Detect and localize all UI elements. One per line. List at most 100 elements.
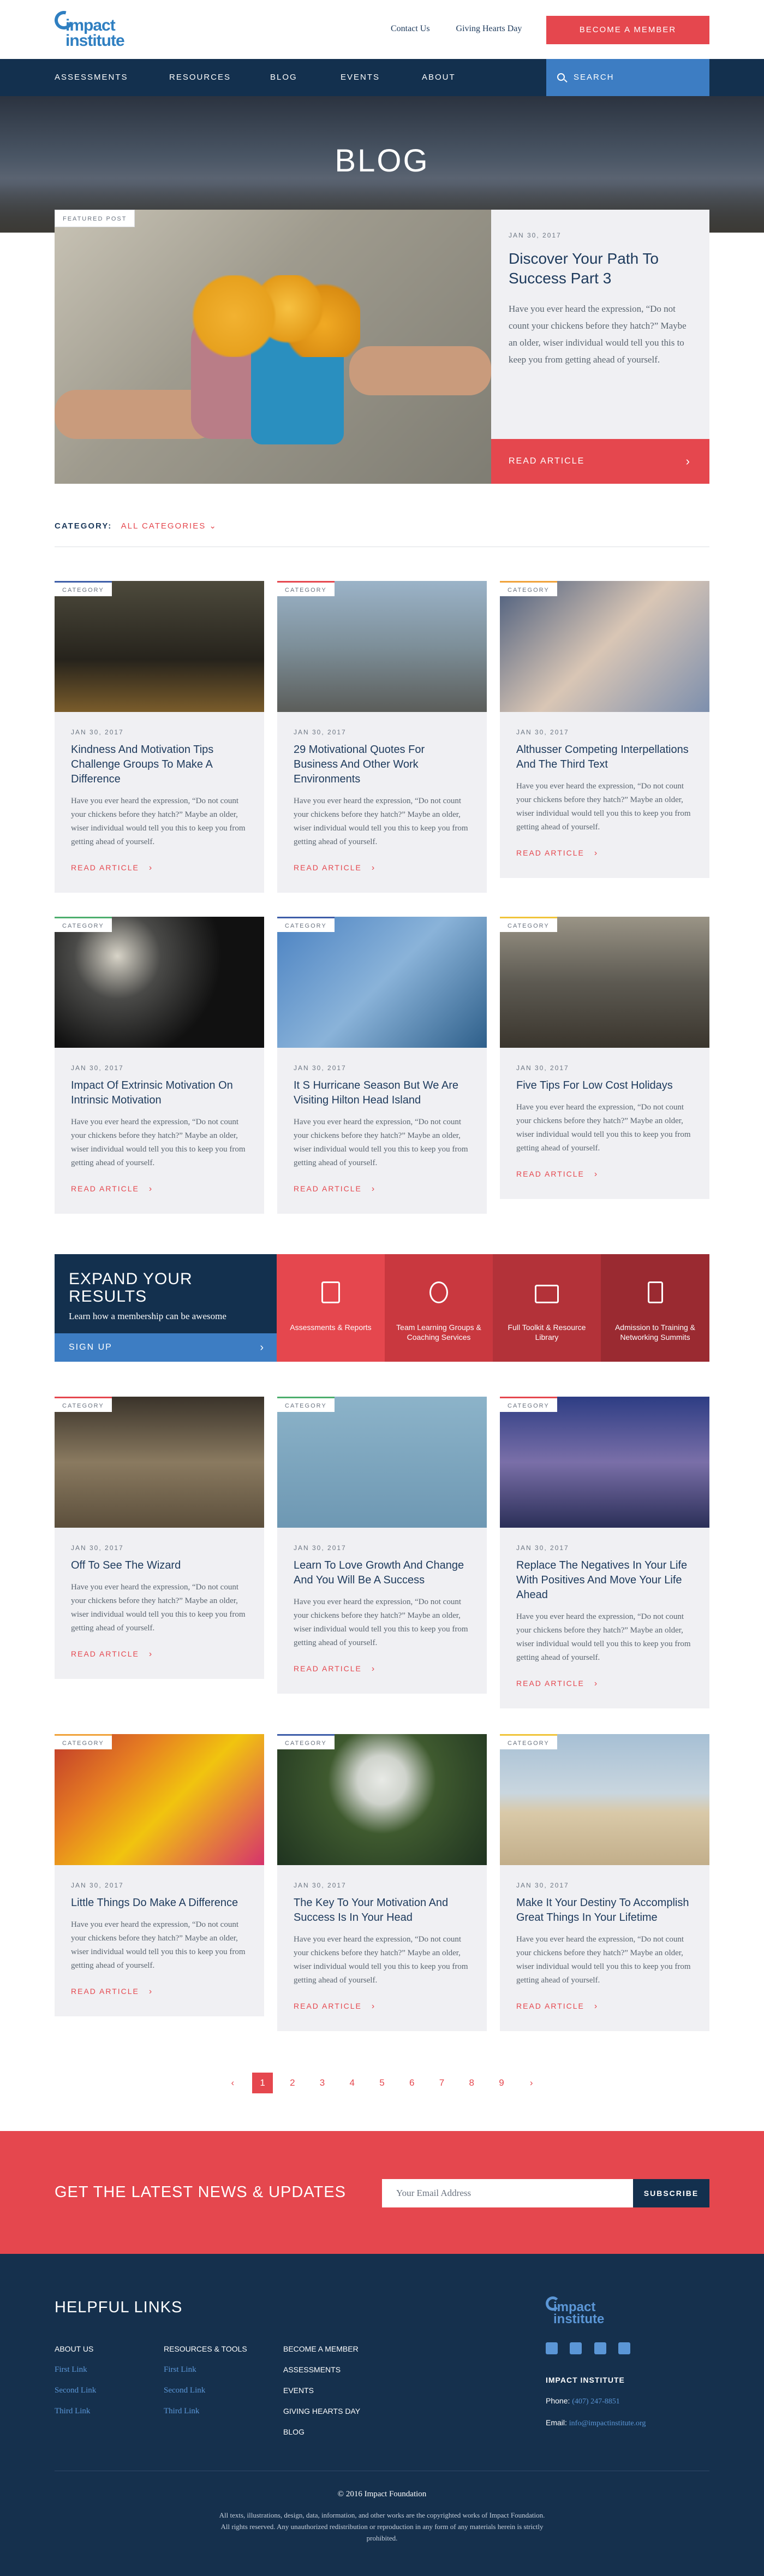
prev-page-button[interactable]: ‹: [222, 2073, 243, 2093]
post-card[interactable]: CATEGORY JAN 30, 2017 Off To See The Wizar…: [55, 1397, 264, 1679]
category-tag[interactable]: CATEGORY: [55, 1397, 112, 1412]
read-article-link[interactable]: READ ARTICLE ›: [516, 1679, 693, 1708]
page-7[interactable]: 7: [431, 2073, 452, 2093]
page-6[interactable]: 6: [402, 2073, 422, 2093]
category-tag[interactable]: CATEGORY: [500, 917, 557, 932]
read-article-button[interactable]: READ ARTICLE ›: [491, 439, 709, 484]
search-button[interactable]: SEARCH: [546, 59, 709, 96]
instagram-icon[interactable]: [618, 2342, 631, 2354]
post-thumbnail[interactable]: CATEGORY: [500, 1734, 709, 1865]
become-member-button[interactable]: BECOME A MEMBER: [546, 16, 709, 44]
promo-tile-toolkit[interactable]: Full Toolkit & Resource Library: [493, 1254, 601, 1362]
post-thumbnail[interactable]: CATEGORY: [55, 581, 264, 712]
post-thumbnail[interactable]: CATEGORY: [55, 1397, 264, 1528]
footer-link-assessments[interactable]: ASSESSMENTS: [283, 2359, 360, 2380]
post-thumbnail[interactable]: CATEGORY: [55, 917, 264, 1048]
nav-resources[interactable]: RESOURCES: [169, 59, 231, 96]
read-article-link[interactable]: READ ARTICLE ›: [71, 1987, 248, 2016]
page-9[interactable]: 9: [491, 2073, 512, 2093]
post-thumbnail[interactable]: CATEGORY: [55, 1734, 264, 1865]
post-title[interactable]: Replace The Negatives In Your Life With …: [516, 1558, 693, 1602]
promo-tile-assessments[interactable]: Assessments & Reports: [277, 1254, 385, 1362]
footer-resources-heading[interactable]: RESOURCES & TOOLS: [164, 2338, 247, 2359]
post-title[interactable]: Althusser Competing Interpellations And …: [516, 743, 693, 772]
post-title[interactable]: Five Tips For Low Cost Holidays: [516, 1078, 693, 1093]
footer-link[interactable]: Third Link: [55, 2401, 96, 2421]
category-tag[interactable]: CATEGORY: [277, 581, 335, 596]
post-card[interactable]: CATEGORY JAN 30, 2017 Althusser Competing …: [500, 581, 709, 878]
footer-link[interactable]: Second Link: [164, 2380, 247, 2401]
read-article-link[interactable]: READ ARTICLE ›: [516, 1170, 693, 1199]
footer-link[interactable]: First Link: [164, 2359, 247, 2380]
post-card[interactable]: CATEGORY JAN 30, 2017 The Key To Your Moti…: [277, 1734, 487, 2031]
post-card[interactable]: CATEGORY JAN 30, 2017 Kindness And Motivat…: [55, 581, 264, 893]
featured-image[interactable]: [55, 210, 491, 484]
post-card[interactable]: CATEGORY JAN 30, 2017 Impact Of Extrinsic …: [55, 917, 264, 1214]
footer-link[interactable]: Third Link: [164, 2401, 247, 2421]
page-5[interactable]: 5: [372, 2073, 392, 2093]
read-article-link[interactable]: READ ARTICLE ›: [294, 1184, 470, 1214]
post-card[interactable]: CATEGORY JAN 30, 2017 Make It Your Destiny…: [500, 1734, 709, 2031]
post-thumbnail[interactable]: CATEGORY: [277, 1734, 487, 1865]
post-title[interactable]: Make It Your Destiny To Accomplish Great…: [516, 1896, 693, 1925]
linkedin-icon[interactable]: [594, 2342, 606, 2354]
read-article-link[interactable]: READ ARTICLE ›: [516, 848, 693, 878]
post-card[interactable]: CATEGORY JAN 30, 2017 Learn To Love Growth…: [277, 1397, 487, 1694]
promo-tile-team-learning[interactable]: Team Learning Groups & Coaching Services: [385, 1254, 493, 1362]
read-article-link[interactable]: READ ARTICLE ›: [294, 863, 470, 893]
category-tag[interactable]: CATEGORY: [500, 1397, 557, 1412]
category-tag[interactable]: CATEGORY: [500, 581, 557, 596]
post-thumbnail[interactable]: CATEGORY: [500, 581, 709, 712]
category-tag[interactable]: CATEGORY: [277, 917, 335, 932]
post-card[interactable]: CATEGORY JAN 30, 2017 29 Motivational Quot…: [277, 581, 487, 893]
footer-about-heading[interactable]: ABOUT US: [55, 2338, 96, 2359]
footer-link-events[interactable]: EVENTS: [283, 2380, 360, 2401]
twitter-icon[interactable]: [546, 2342, 558, 2354]
post-title[interactable]: 29 Motivational Quotes For Business And …: [294, 743, 470, 787]
phone-number[interactable]: (407) 247-8851: [572, 2397, 620, 2406]
read-article-link[interactable]: READ ARTICLE ›: [71, 1184, 248, 1214]
category-tag[interactable]: CATEGORY: [55, 917, 112, 932]
category-tag[interactable]: CATEGORY: [500, 1734, 557, 1749]
sign-up-button[interactable]: SIGN UP ›: [55, 1333, 277, 1362]
category-tag[interactable]: CATEGORY: [277, 1734, 335, 1749]
read-article-link[interactable]: READ ARTICLE ›: [516, 2002, 693, 2031]
category-dropdown[interactable]: ALL CATEGORIES ⌄: [121, 521, 217, 531]
logo[interactable]: impact institute: [51, 7, 142, 50]
contact-us-link[interactable]: Contact Us: [391, 24, 430, 33]
footer-link-giving-hearts[interactable]: GIVING HEARTS DAY: [283, 2401, 360, 2421]
footer-logo[interactable]: impact institute: [546, 2296, 622, 2329]
post-title[interactable]: The Key To Your Motivation And Success I…: [294, 1896, 470, 1925]
read-article-link[interactable]: READ ARTICLE ›: [71, 1649, 248, 1679]
footer-link[interactable]: First Link: [55, 2359, 96, 2380]
promo-tile-summits[interactable]: Admission to Training & Networking Summi…: [601, 1254, 709, 1362]
post-thumbnail[interactable]: CATEGORY: [500, 917, 709, 1048]
footer-link[interactable]: Second Link: [55, 2380, 96, 2401]
footer-link-become-member[interactable]: BECOME A MEMBER: [283, 2338, 360, 2359]
page-4[interactable]: 4: [342, 2073, 362, 2093]
featured-title[interactable]: Discover Your Path To Success Part 3: [509, 249, 692, 288]
post-card[interactable]: CATEGORY JAN 30, 2017 Little Things Do Mak…: [55, 1734, 264, 2016]
post-thumbnail[interactable]: CATEGORY: [277, 917, 487, 1048]
post-card[interactable]: CATEGORY JAN 30, 2017 Five Tips For Low Co…: [500, 917, 709, 1199]
post-title[interactable]: Off To See The Wizard: [71, 1558, 248, 1573]
category-tag[interactable]: CATEGORY: [277, 1397, 335, 1412]
post-thumbnail[interactable]: CATEGORY: [277, 581, 487, 712]
facebook-icon[interactable]: [570, 2342, 582, 2354]
post-thumbnail[interactable]: CATEGORY: [277, 1397, 487, 1528]
footer-link-blog[interactable]: BLOG: [283, 2421, 360, 2442]
read-article-link[interactable]: READ ARTICLE ›: [294, 2002, 470, 2031]
post-card[interactable]: CATEGORY JAN 30, 2017 It S Hurricane Seaso…: [277, 917, 487, 1214]
nav-events[interactable]: EVENTS: [341, 59, 380, 96]
category-tag[interactable]: CATEGORY: [55, 581, 112, 596]
giving-hearts-day-link[interactable]: Giving Hearts Day: [456, 24, 522, 33]
next-page-button[interactable]: ›: [521, 2073, 542, 2093]
post-title[interactable]: Impact Of Extrinsic Motivation On Intrin…: [71, 1078, 248, 1108]
post-title[interactable]: Kindness And Motivation Tips Challenge G…: [71, 743, 248, 787]
post-card[interactable]: CATEGORY JAN 30, 2017 Replace The Negative…: [500, 1397, 709, 1708]
email-address[interactable]: info@impactinstitute.org: [569, 2419, 646, 2427]
page-2[interactable]: 2: [282, 2073, 303, 2093]
post-title[interactable]: Learn To Love Growth And Change And You …: [294, 1558, 470, 1588]
post-thumbnail[interactable]: CATEGORY: [500, 1397, 709, 1528]
page-3[interactable]: 3: [312, 2073, 333, 2093]
